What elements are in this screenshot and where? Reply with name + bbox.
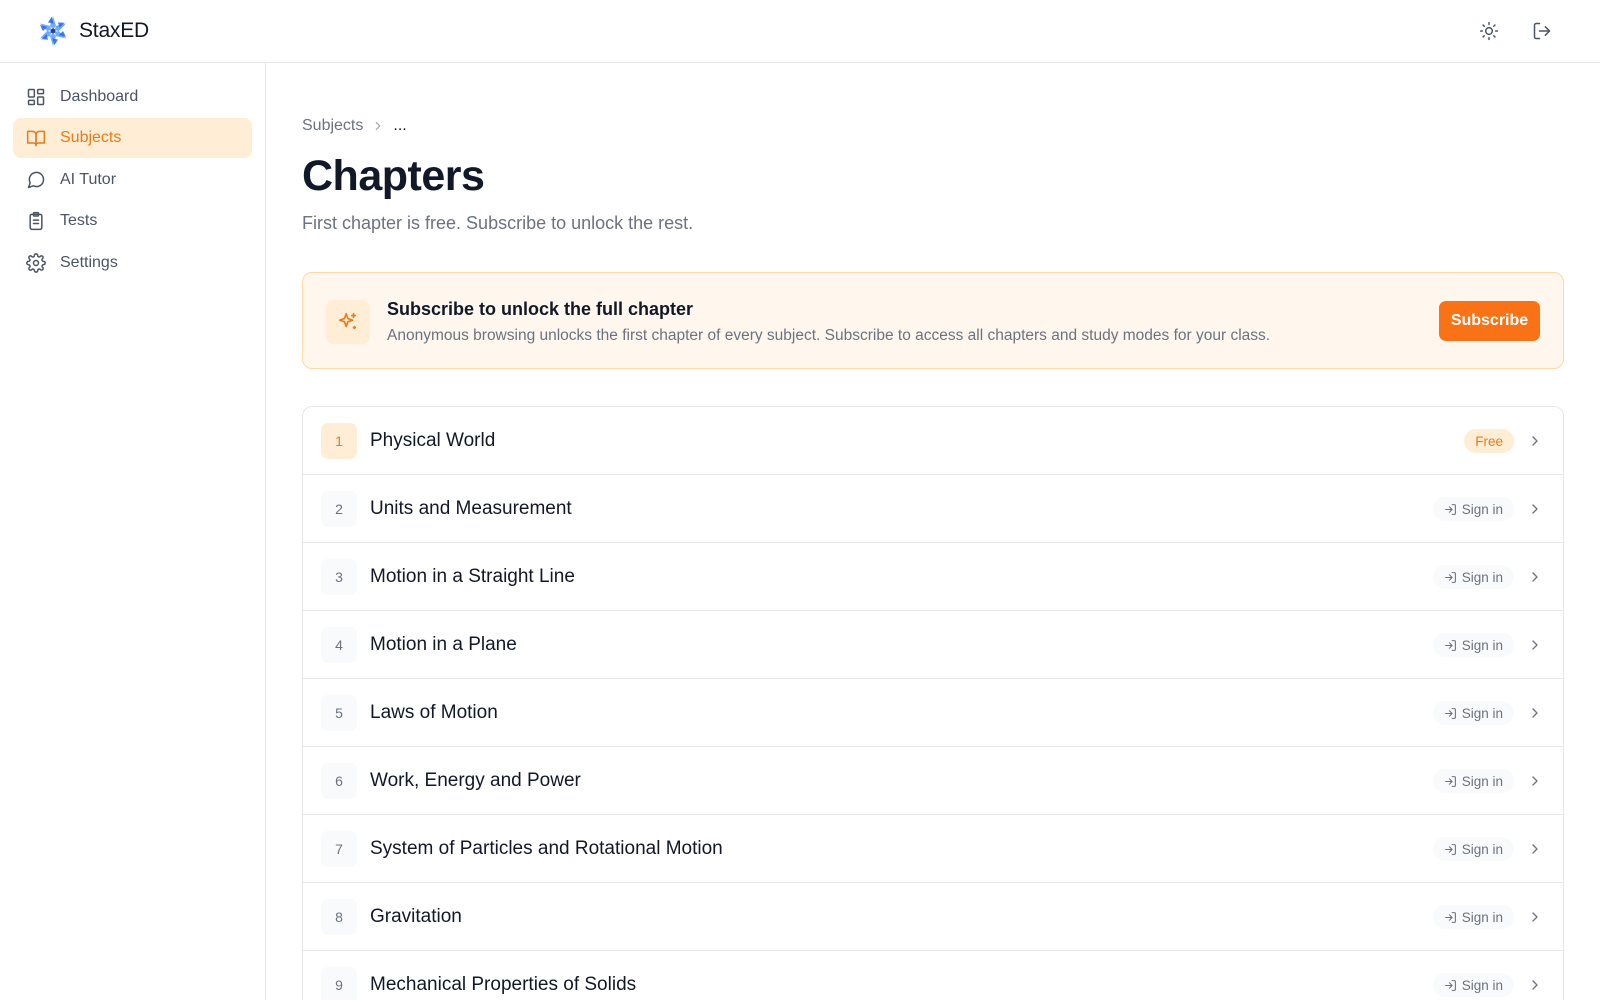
log-in-icon xyxy=(1444,979,1462,992)
log-in-icon xyxy=(1444,775,1462,788)
banner-text: Anonymous browsing unlocks the first cha… xyxy=(387,327,1271,344)
sun-icon[interactable] xyxy=(1477,19,1501,43)
chapter-list: 1 Physical World Free 2 Units and Measuremen… xyxy=(302,406,1564,1000)
breadcrumb-subjects-link[interactable]: Subjects xyxy=(302,117,363,135)
chapter-number: 7 xyxy=(321,831,357,867)
sidebar-item-tests[interactable]: Tests xyxy=(13,201,252,241)
sidebar-item-label: Subjects xyxy=(60,129,122,146)
chevron-right-icon[interactable] xyxy=(1527,501,1543,517)
chevron-right-icon[interactable] xyxy=(1527,773,1543,789)
sidebar-item-settings[interactable]: Settings xyxy=(13,243,252,283)
chevron-right-icon[interactable] xyxy=(1527,433,1543,449)
chevron-right-icon[interactable] xyxy=(1527,705,1543,721)
breadcrumb-current: ... xyxy=(393,117,407,134)
chapter-badge-label: Sign in xyxy=(1461,977,1503,993)
chat-bubble-icon xyxy=(26,170,46,190)
breadcrumb: Subjects ... xyxy=(302,117,407,135)
chapter-badge-label: Sign in xyxy=(1461,705,1503,721)
chapter-title: Work, Energy and Power xyxy=(370,770,581,791)
chapter-number: 1 xyxy=(321,423,357,459)
chapter-row[interactable]: 2 Units and Measurement Sign in xyxy=(303,475,1563,543)
sign-in-badge[interactable]: Sign in xyxy=(1432,973,1514,997)
subscribe-button[interactable]: Subscribe xyxy=(1439,301,1540,341)
sidebar-item-label: Dashboard xyxy=(60,88,139,105)
main-content: Subjects ... Chapters First chapter is f… xyxy=(266,63,1600,1000)
sidebar-item-label: Tests xyxy=(60,212,98,229)
chapter-title: Physical World xyxy=(370,430,496,451)
chapter-title: Gravitation xyxy=(370,906,462,927)
chapter-row[interactable]: 4 Motion in a Plane Sign in xyxy=(303,611,1563,679)
chapter-number: 4 xyxy=(321,627,357,663)
page-title: Chapters xyxy=(302,152,485,200)
log-in-icon xyxy=(1444,571,1462,584)
sidebar-item-dashboard[interactable]: Dashboard xyxy=(13,77,252,117)
gear-icon xyxy=(26,253,46,273)
free-badge: Free xyxy=(1464,429,1514,453)
chapter-number: 9 xyxy=(321,967,357,1000)
chevron-right-icon[interactable] xyxy=(1527,569,1543,585)
log-in-icon xyxy=(1444,911,1462,924)
chapter-badge-label: Sign in xyxy=(1461,841,1503,857)
sidebar-item-label: AI Tutor xyxy=(60,171,117,188)
chapter-badge-label: Sign in xyxy=(1461,501,1503,517)
chapter-row[interactable]: 9 Mechanical Properties of Solids Sign in xyxy=(303,951,1563,1000)
brand-name[interactable]: StaxED xyxy=(79,19,149,43)
chapter-badge-label: Sign in xyxy=(1461,569,1503,585)
dashboard-icon xyxy=(26,87,46,107)
chapter-number: 6 xyxy=(321,763,357,799)
sidebar-item-subjects[interactable]: Subjects xyxy=(13,118,252,158)
chevron-right-icon[interactable] xyxy=(1527,909,1543,925)
chapter-badge-label: Free xyxy=(1475,433,1503,449)
log-in-icon xyxy=(1444,639,1462,652)
chapter-number: 3 xyxy=(321,559,357,595)
chapter-number: 5 xyxy=(321,695,357,731)
sign-in-badge[interactable]: Sign in xyxy=(1432,565,1514,589)
log-in-icon xyxy=(1444,707,1462,720)
chevron-right-icon[interactable] xyxy=(1527,841,1543,857)
chapter-title: Units and Measurement xyxy=(370,498,572,519)
log-in-icon xyxy=(1444,843,1462,856)
chevron-right-icon xyxy=(371,119,385,133)
sign-in-badge[interactable]: Sign in xyxy=(1432,633,1514,657)
sign-in-badge[interactable]: Sign in xyxy=(1432,701,1514,725)
chapter-number: 8 xyxy=(321,899,357,935)
page-subtitle: First chapter is free. Subscribe to unlo… xyxy=(302,213,694,233)
log-in-icon xyxy=(1444,503,1462,516)
chapter-row[interactable]: 6 Work, Energy and Power Sign in xyxy=(303,747,1563,815)
chapter-title: Mechanical Properties of Solids xyxy=(370,974,637,995)
chevron-right-icon[interactable] xyxy=(1527,977,1543,993)
sidebar: Dashboard Subjects AI Tutor Tests Settin… xyxy=(0,63,266,1000)
chapter-row[interactable]: 3 Motion in a Straight Line Sign in xyxy=(303,543,1563,611)
log-out-icon[interactable] xyxy=(1530,19,1554,43)
snowflake-logo-icon[interactable] xyxy=(36,14,70,48)
sidebar-item-label: Settings xyxy=(60,254,118,271)
clipboard-icon xyxy=(26,211,46,231)
chapter-title: Laws of Motion xyxy=(370,702,498,723)
chapter-row[interactable]: 5 Laws of Motion Sign in xyxy=(303,679,1563,747)
chapter-number: 2 xyxy=(321,491,357,527)
sparkle-icon xyxy=(326,300,370,344)
chapter-badge-label: Sign in xyxy=(1461,773,1503,789)
banner-title: Subscribe to unlock the full chapter xyxy=(387,299,694,319)
chapter-title: Motion in a Plane xyxy=(370,634,517,655)
chapter-row[interactable]: 8 Gravitation Sign in xyxy=(303,883,1563,951)
sign-in-badge[interactable]: Sign in xyxy=(1432,837,1514,861)
chapter-title: Motion in a Straight Line xyxy=(370,566,575,587)
chapter-row[interactable]: 7 System of Particles and Rotational Moti… xyxy=(303,815,1563,883)
chapter-badge-label: Sign in xyxy=(1461,909,1503,925)
sign-in-badge[interactable]: Sign in xyxy=(1432,497,1514,521)
sign-in-badge[interactable]: Sign in xyxy=(1432,769,1514,793)
chevron-right-icon[interactable] xyxy=(1527,637,1543,653)
chapter-badge-label: Sign in xyxy=(1461,637,1503,653)
chapter-title: System of Particles and Rotational Motio… xyxy=(370,838,723,859)
sidebar-item-ai-tutor[interactable]: AI Tutor xyxy=(13,160,252,200)
chapter-row[interactable]: 1 Physical World Free xyxy=(303,407,1563,475)
subscribe-banner: Subscribe to unlock the full chapter Ano… xyxy=(302,272,1564,369)
book-icon xyxy=(26,128,46,148)
sign-in-badge[interactable]: Sign in xyxy=(1432,905,1514,929)
top-bar: StaxED xyxy=(0,0,1600,63)
